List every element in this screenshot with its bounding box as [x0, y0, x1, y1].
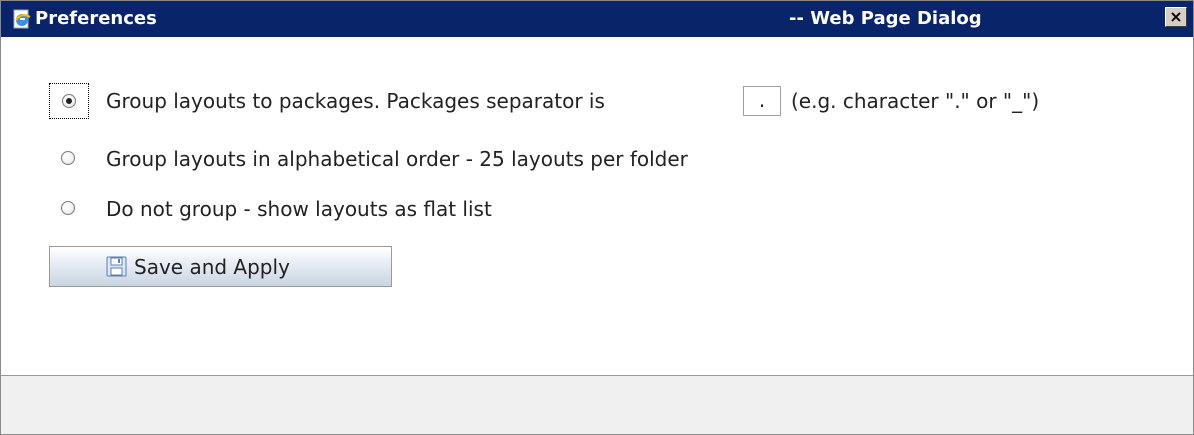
dialog-footer — [1, 376, 1193, 434]
close-icon: × — [1169, 7, 1183, 26]
option-label-packages: Group layouts to packages. Packages sepa… — [106, 89, 605, 113]
radio-wrap-alphabetical[interactable] — [49, 141, 89, 177]
radio-group-alphabetical[interactable] — [61, 151, 75, 165]
dialog-title: Preferences — [35, 8, 157, 29]
title-bar[interactable]: Preferences -- Web Page Dialog × — [1, 1, 1193, 37]
save-button-label: Save and Apply — [134, 255, 290, 279]
option-group-by-packages[interactable]: Group layouts to packages. Packages sepa… — [49, 83, 1149, 119]
radio-group-by-packages[interactable] — [62, 94, 76, 108]
radio-wrap-no-grouping[interactable] — [49, 191, 89, 227]
option-label-no-grouping: Do not group - show layouts as flat list — [106, 197, 492, 221]
option-no-grouping[interactable]: Do not group - show layouts as flat list — [49, 191, 749, 227]
separator-input[interactable]: . — [743, 86, 781, 116]
option-group-alphabetical[interactable]: Group layouts in alphabetical order - 25… — [49, 141, 949, 177]
ie-page-icon — [13, 9, 31, 29]
dialog-title-suffix: -- Web Page Dialog — [789, 8, 982, 29]
close-button[interactable]: × — [1165, 7, 1187, 27]
option-label-alphabetical: Group layouts in alphabetical order - 25… — [106, 147, 688, 171]
dialog-window: Preferences -- Web Page Dialog × Group l… — [0, 0, 1194, 435]
save-and-apply-button[interactable]: Save and Apply — [49, 246, 392, 287]
radio-focus-outline[interactable] — [49, 83, 89, 119]
floppy-disk-icon — [106, 256, 127, 277]
separator-hint: (e.g. character "." or "_") — [791, 89, 1040, 113]
radio-no-grouping[interactable] — [61, 201, 75, 215]
